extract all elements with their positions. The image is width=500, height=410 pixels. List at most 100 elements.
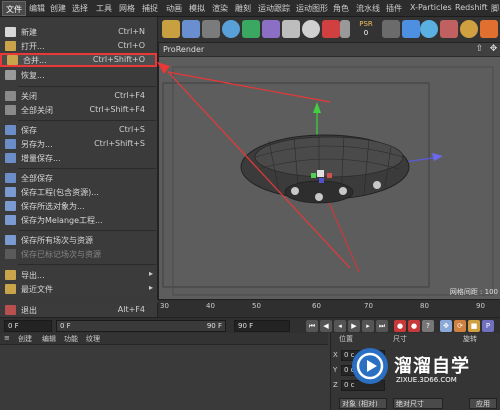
frame-range-slider[interactable]: 0 F 90 F	[56, 320, 226, 332]
menu-plugins[interactable]: 插件	[386, 3, 402, 14]
menu-mograph[interactable]: 运动图形	[296, 3, 328, 14]
tag-icon[interactable]	[322, 20, 340, 38]
snap-icon[interactable]	[402, 20, 420, 38]
go-to-start-icon[interactable]: ⏮	[306, 320, 318, 332]
material-menu-texture[interactable]: 纹理	[86, 334, 100, 344]
close-all-icon	[5, 105, 16, 115]
menu-item-merge[interactable]: 合并... Ctrl+Shift+O	[0, 53, 157, 67]
move-view-icon[interactable]: ✥	[488, 44, 499, 55]
menu-item-shortcut: Ctrl+Shift+F4	[89, 105, 145, 114]
key-rotation-icon[interactable]: ⟳	[454, 320, 466, 332]
autokey-icon[interactable]: ●	[408, 320, 420, 332]
menu-item-recent-files[interactable]: 最近文件 ▸	[0, 282, 157, 296]
menu-item-save-all[interactable]: 全部保存	[0, 171, 157, 185]
menu-item-save-melange[interactable]: 保存为Melange工程...	[0, 213, 157, 227]
brush-icon[interactable]	[460, 20, 478, 38]
menu-separator	[18, 264, 156, 265]
keyframe-selection-icon[interactable]: ?	[422, 320, 434, 332]
key-scale-icon[interactable]: ■	[468, 320, 480, 332]
render-clapper-icon[interactable]	[162, 20, 180, 38]
menu-item-label: 保存所有场次与资源	[21, 236, 93, 245]
dropdown-icon[interactable]	[340, 20, 350, 38]
menu-item-close[interactable]: 关闭 Ctrl+F4	[0, 89, 157, 103]
workplane-icon[interactable]	[420, 20, 438, 38]
key-position-icon[interactable]: ✥	[440, 320, 452, 332]
timeline-ruler[interactable]: 30 40 50 60 70 80 90	[158, 299, 500, 317]
next-frame-icon[interactable]: ▸	[362, 320, 374, 332]
enable-axis-icon[interactable]	[382, 20, 400, 38]
menu-x-particles[interactable]: X-Particles	[410, 3, 452, 12]
go-to-end-icon[interactable]: ⏭	[376, 320, 388, 332]
locked-workplane-icon[interactable]	[440, 20, 458, 38]
exit-icon	[5, 305, 16, 315]
axis-x-label: X	[333, 351, 338, 359]
viewport-canvas[interactable]	[159, 57, 500, 299]
menu-character[interactable]: 角色	[333, 3, 349, 14]
menu-script[interactable]: 脚	[491, 3, 499, 14]
play-icon[interactable]: ▶	[348, 320, 360, 332]
viewport[interactable]: ProRender ⇧ ✥ 网格间距: 100	[158, 43, 500, 299]
menu-item-save-all-takes[interactable]: 保存所有场次与资源	[0, 233, 157, 247]
menu-snap[interactable]: 捕捉	[142, 3, 158, 14]
apply-button[interactable]: 应用	[469, 398, 497, 409]
menu-item-label: 保存	[21, 126, 37, 135]
menu-icon[interactable]: ≡	[4, 334, 10, 342]
menu-item-open[interactable]: 打开... Ctrl+O	[0, 39, 157, 53]
previous-frame-icon[interactable]: ◂	[334, 320, 346, 332]
deformer-icon[interactable]	[262, 20, 280, 38]
generator-icon[interactable]	[242, 20, 260, 38]
ruler-tick: 90	[476, 302, 485, 310]
menu-motion-tracking[interactable]: 运动跟踪	[258, 3, 290, 14]
redshift-icon[interactable]	[480, 20, 498, 38]
material-menu-function[interactable]: 功能	[64, 334, 78, 344]
save-marked-takes-icon	[5, 249, 16, 259]
arrow-up-icon[interactable]: ⇧	[474, 44, 485, 55]
menu-item-save-selected[interactable]: 保存所选对象为...	[0, 199, 157, 213]
menu-pipeline[interactable]: 流水线	[356, 3, 380, 14]
menu-redshift[interactable]: Redshift	[455, 3, 487, 12]
camera-icon[interactable]	[282, 20, 300, 38]
menu-item-save-marked-takes: 保存已标记场次与资源	[0, 247, 157, 261]
menu-item-new[interactable]: 新建 Ctrl+N	[0, 25, 157, 39]
material-menu-edit[interactable]: 编辑	[42, 334, 56, 344]
menu-simulate[interactable]: 模拟	[189, 3, 205, 14]
menu-item-save-as[interactable]: 另存为... Ctrl+Shift+S	[0, 137, 157, 151]
menu-item-label: 打开...	[21, 42, 45, 51]
sphere-icon[interactable]	[222, 20, 240, 38]
menu-select[interactable]: 选择	[72, 3, 88, 14]
material-menu-create[interactable]: 创建	[18, 334, 32, 344]
menu-item-exit[interactable]: 退出 Alt+F4	[0, 303, 158, 317]
menu-edit[interactable]: 编辑	[29, 3, 45, 14]
size-mode-select[interactable]: 绝对尺寸	[393, 398, 443, 409]
menu-create[interactable]: 创建	[50, 3, 66, 14]
menu-item-shortcut: Ctrl+Shift+S	[94, 139, 145, 148]
material-manager-menubar: ≡ 创建 编辑 功能 纹理	[0, 333, 328, 345]
light-icon[interactable]	[302, 20, 320, 38]
render-view-icon[interactable]	[182, 20, 200, 38]
menu-mesh[interactable]: 网格	[119, 3, 135, 14]
menu-tools[interactable]: 工具	[96, 3, 112, 14]
menu-item-save[interactable]: 保存 Ctrl+S	[0, 123, 157, 137]
edit-render-settings-icon[interactable]	[202, 20, 220, 38]
menu-item-export[interactable]: 导出... ▸	[0, 268, 157, 282]
menu-item-save-project-assets[interactable]: 保存工程(包含资源)...	[0, 185, 157, 199]
viewport-tab-label[interactable]: ProRender	[163, 45, 204, 54]
menu-item-label: 最近文件	[21, 285, 53, 294]
open-folder-icon	[5, 41, 16, 51]
previous-key-icon[interactable]: ◀	[320, 320, 332, 332]
current-frame-field[interactable]: 0 F	[4, 320, 52, 332]
menu-file[interactable]: 文件	[2, 1, 26, 16]
coordinate-mode-select[interactable]: 对象 (相对)	[339, 398, 387, 409]
save-all-icon	[5, 173, 16, 183]
menu-render[interactable]: 渲染	[212, 3, 228, 14]
record-icon[interactable]: ●	[394, 320, 406, 332]
end-frame-field[interactable]: 90 F	[234, 320, 290, 332]
save-icon	[5, 125, 16, 135]
menu-item-shortcut: Ctrl+O	[117, 41, 145, 50]
key-param-icon[interactable]: P	[482, 320, 494, 332]
menu-item-save-incremental[interactable]: 增量保存...	[0, 151, 157, 165]
menu-sculpt[interactable]: 雕刻	[235, 3, 251, 14]
menu-animate[interactable]: 动画	[166, 3, 182, 14]
menu-item-revert[interactable]: 恢复...	[0, 68, 157, 82]
menu-item-close-all[interactable]: 全部关闭 Ctrl+Shift+F4	[0, 103, 157, 117]
